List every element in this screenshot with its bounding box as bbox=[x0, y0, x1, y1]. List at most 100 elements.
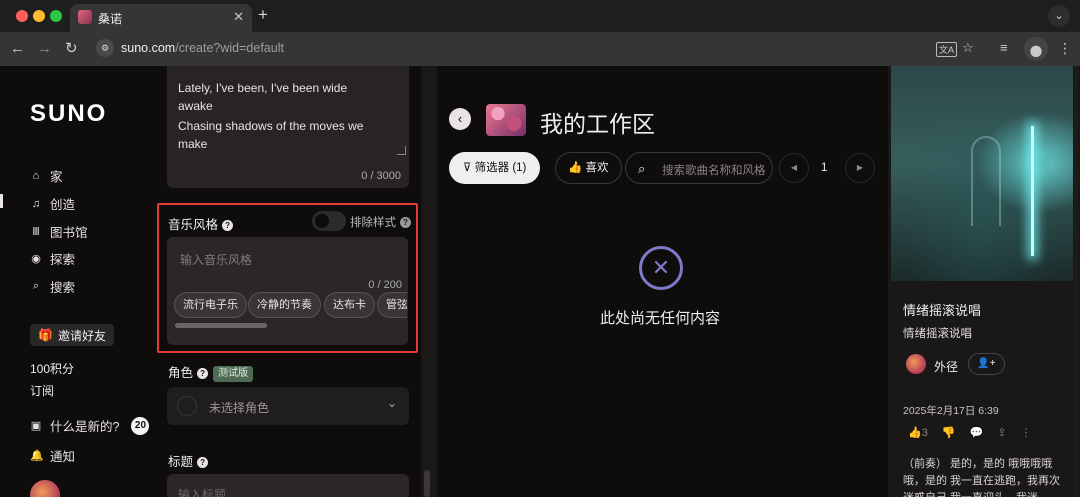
back-button[interactable]: ‹ bbox=[449, 108, 471, 130]
bookmark-star-icon[interactable]: ☆ bbox=[962, 40, 974, 56]
resize-handle-icon[interactable] bbox=[397, 146, 406, 155]
back-arrow-icon[interactable]: ← bbox=[10, 40, 25, 58]
invite-label: 邀请好友 bbox=[57, 328, 106, 343]
subscribe-link[interactable]: 订阅 bbox=[30, 382, 54, 399]
new-tab-button[interactable]: + bbox=[258, 6, 268, 24]
exclude-style-toggle[interactable] bbox=[312, 211, 346, 231]
more-menu-icon[interactable]: ⋮ bbox=[1058, 40, 1072, 57]
song-title[interactable]: 情绪摇滚说唱 bbox=[903, 300, 981, 319]
tab-close-icon[interactable]: ✕ bbox=[233, 9, 244, 25]
title-input[interactable]: 输入标题 bbox=[167, 474, 409, 497]
sidebar-item-search[interactable]: ⌕ 搜索 bbox=[30, 277, 75, 296]
panel-scrollbar[interactable] bbox=[424, 470, 430, 497]
notifications-label: 通知 bbox=[50, 450, 76, 464]
style-chip[interactable]: 冷静的节奏 bbox=[248, 292, 321, 318]
chips-scrollbar[interactable] bbox=[175, 323, 267, 328]
translate-icon[interactable]: 文A bbox=[936, 42, 958, 57]
window-minimize-button[interactable] bbox=[33, 10, 45, 22]
lyrics-textarea[interactable]: Lately, I've been, I've been wide awake … bbox=[167, 66, 409, 188]
filter-label: 筛选器 bbox=[474, 162, 510, 174]
browser-tab[interactable]: 桑诺 ✕ bbox=[70, 4, 252, 32]
help-icon[interactable]: ? bbox=[197, 457, 209, 468]
music-style-char-count: 0 / 200 bbox=[368, 279, 402, 291]
like-button[interactable]: 👍3 bbox=[908, 426, 928, 439]
sidebar-item-create[interactable]: ♫ 创造 bbox=[30, 194, 75, 213]
address-bar[interactable]: suno.com/create?wid=default bbox=[121, 41, 284, 55]
song-style: 情绪摇滚说唱 bbox=[903, 328, 972, 340]
empty-state-text: 此处尚无任何内容 bbox=[600, 310, 721, 327]
artist-avatar[interactable] bbox=[906, 354, 926, 374]
sidebar-item-library[interactable]: Ⅲ 图书馆 bbox=[30, 222, 88, 241]
right-panel-scrollbar[interactable] bbox=[1074, 66, 1078, 497]
music-style-label-text: 音乐风格 bbox=[168, 218, 219, 232]
toggle-knob bbox=[315, 214, 329, 228]
whats-new-link[interactable]: ▣ 什么是新的? 20 bbox=[30, 416, 150, 435]
site-info-icon[interactable]: ⚙ bbox=[96, 39, 114, 57]
song-cover-image[interactable] bbox=[891, 66, 1073, 281]
style-chip[interactable]: 管弦 bbox=[377, 292, 407, 318]
help-icon[interactable]: ? bbox=[197, 368, 209, 379]
liked-filter-button[interactable]: 👍 喜欢 bbox=[555, 152, 622, 184]
follow-button[interactable]: 👤+ bbox=[968, 353, 1005, 375]
search-placeholder: 搜索歌曲名称和风格 bbox=[662, 165, 766, 177]
bell-icon: 🔔 bbox=[30, 450, 44, 462]
reload-icon[interactable]: ↻ bbox=[65, 40, 78, 58]
music-style-label: 音乐风格? bbox=[168, 214, 234, 233]
dislike-icon[interactable]: 👎 bbox=[942, 426, 956, 439]
filter-icon: ⊽ bbox=[463, 162, 472, 174]
music-style-section: 音乐风格? 排除样式? 输入音乐风格 0 / 200 流行电子乐 冷静的节奏 达… bbox=[157, 203, 418, 353]
forward-arrow-icon[interactable]: → bbox=[37, 40, 52, 58]
media-controls-icon[interactable]: ≡ bbox=[1000, 40, 1008, 55]
user-avatar[interactable] bbox=[30, 480, 60, 497]
sidebar-item-explore[interactable]: ◉ 探索 bbox=[30, 249, 75, 268]
comment-icon[interactable]: 💬 bbox=[970, 426, 984, 439]
help-icon[interactable]: ? bbox=[400, 217, 411, 228]
song-search-input[interactable]: ⌕ 搜索歌曲名称和风格 bbox=[625, 152, 773, 184]
music-style-input[interactable]: 输入音乐风格 0 / 200 流行电子乐 冷静的节奏 达布卡 管弦 bbox=[167, 237, 408, 345]
sidebar-item-label: 搜索 bbox=[50, 281, 76, 295]
library-icon: Ⅲ bbox=[32, 226, 40, 238]
window-close-button[interactable] bbox=[16, 10, 28, 22]
empty-state-x-icon: ✕ bbox=[639, 246, 683, 290]
thumbs-up-icon: 👍 bbox=[908, 427, 922, 439]
liked-label: 喜欢 bbox=[585, 162, 609, 174]
whats-new-badge: 20 bbox=[131, 416, 150, 435]
window-zoom-button[interactable] bbox=[50, 10, 62, 22]
exclude-style-label: 排除样式? bbox=[350, 214, 411, 230]
title-placeholder: 输入标题 bbox=[178, 488, 227, 497]
title-label-text: 标题 bbox=[168, 455, 194, 469]
sidebar-item-home[interactable]: ⌂ 家 bbox=[30, 166, 63, 185]
tab-title: 桑诺 bbox=[98, 12, 123, 26]
help-icon[interactable]: ? bbox=[222, 220, 234, 231]
url-host: suno.com bbox=[121, 41, 176, 55]
exclude-style-label-text: 排除样式 bbox=[350, 217, 396, 229]
artist-name[interactable]: 外径 bbox=[934, 358, 958, 375]
lyrics-line: Chasing shadows of the moves we make bbox=[178, 119, 364, 151]
more-icon[interactable]: ⋮ bbox=[1020, 426, 1031, 439]
cover-light-tube bbox=[1031, 126, 1034, 256]
sidebar-item-label: 图书馆 bbox=[50, 226, 88, 240]
song-detail-panel: 情绪摇滚说唱 情绪摇滚说唱 外径 👤+ 2025年2月17日 6:39 👍3 👎… bbox=[888, 66, 1080, 497]
notifications-link[interactable]: 🔔 通知 bbox=[30, 446, 75, 465]
like-count: 3 bbox=[921, 427, 928, 439]
profile-avatar-icon[interactable] bbox=[1024, 37, 1048, 61]
next-page-button[interactable]: ▶ bbox=[845, 153, 875, 183]
lyrics-char-count: 0 / 3000 bbox=[361, 170, 401, 182]
style-chip[interactable]: 流行电子乐 bbox=[174, 292, 247, 318]
url-path: /create?wid=default bbox=[175, 41, 284, 55]
panel-divider[interactable] bbox=[421, 66, 437, 497]
beta-badge: 测试版 bbox=[213, 366, 254, 382]
filter-button[interactable]: ⊽ 筛选器 (1) bbox=[449, 152, 541, 184]
suno-logo[interactable]: SUNO bbox=[30, 100, 107, 128]
song-lyrics: （前奏） 是的，是的 哦哦哦哦哦，是的 我一直在逃跑，我再次迷惑自己 我一直迎头… bbox=[903, 458, 1061, 497]
tab-search-menu-icon[interactable]: ⌄ bbox=[1048, 5, 1070, 27]
role-select[interactable]: 未选择角色 ⌄ bbox=[167, 387, 409, 425]
role-label-text: 角色 bbox=[168, 366, 194, 380]
browser-toolbar: ← → ↻ ⚙ suno.com/create?wid=default 文A ☆… bbox=[0, 32, 1080, 66]
share-icon[interactable]: ⇪ bbox=[997, 426, 1006, 439]
style-chip[interactable]: 达布卡 bbox=[324, 292, 375, 318]
credits-count[interactable]: 100积分 bbox=[30, 360, 74, 377]
cover-arch bbox=[971, 136, 1001, 226]
invite-friends-button[interactable]: 🎁 邀请好友 bbox=[30, 324, 114, 346]
previous-page-button[interactable]: ◀ bbox=[779, 153, 809, 183]
